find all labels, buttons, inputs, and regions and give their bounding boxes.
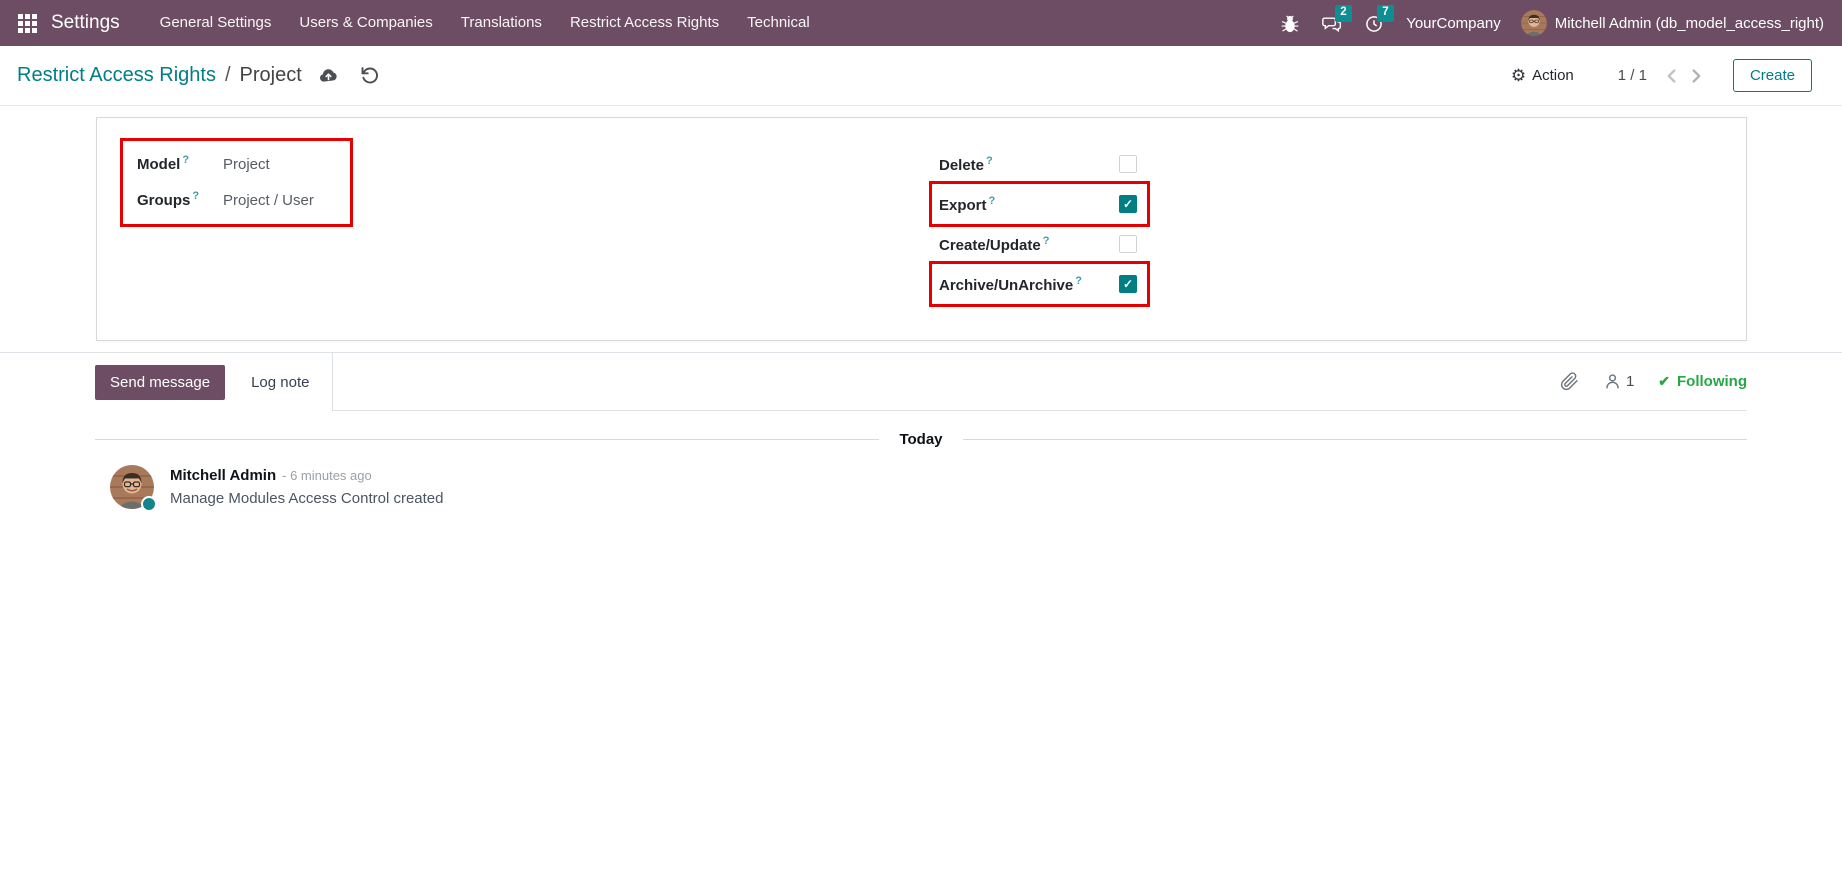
breadcrumb-current: Project — [240, 64, 302, 87]
send-message-button[interactable]: Send message — [95, 365, 225, 400]
followers-button[interactable]: 1 — [1603, 372, 1634, 391]
log-note-button[interactable]: Log note — [245, 373, 315, 392]
date-divider: Today — [95, 431, 1747, 448]
chatter-tools: 1 ✔ Following — [333, 353, 1747, 411]
message-content: Mitchell Admin - 6 minutes ago Manage Mo… — [170, 465, 443, 509]
perm-row-create-update: Create/Update? — [939, 224, 1137, 264]
save-cloud-icon[interactable] — [318, 65, 339, 86]
follower-person-icon — [1603, 372, 1622, 391]
debug-bug-icon[interactable] — [1280, 12, 1302, 34]
company-switcher[interactable]: YourCompany — [1406, 15, 1501, 32]
perm-label: Export? — [939, 195, 995, 214]
message-timestamp: - 6 minutes ago — [282, 468, 372, 483]
online-status-dot — [141, 496, 157, 512]
field-value-model[interactable]: Project — [223, 156, 270, 173]
nav-item-users-companies[interactable]: Users & Companies — [285, 0, 446, 46]
following-check-icon: ✔ — [1658, 373, 1670, 390]
control-panel-right: ⚙ Action 1 / 1 Create — [1511, 59, 1812, 92]
message-author[interactable]: Mitchell Admin — [170, 467, 276, 484]
permissions-column: Delete? Export? ✓ Create/Update? Archive/UnA… — [939, 144, 1137, 304]
divider-line — [95, 439, 879, 440]
fields-highlight-box: Model?ProjectGroups?Project / User — [120, 138, 353, 227]
breadcrumb-separator: / — [225, 64, 231, 87]
nav-item-restrict-access-rights[interactable]: Restrict Access Rights — [556, 0, 733, 46]
create-update-checkbox[interactable] — [1119, 235, 1137, 253]
following-label: Following — [1677, 373, 1747, 390]
perm-row-export: Export? ✓ — [939, 184, 1137, 224]
attachment-paperclip-icon[interactable] — [1560, 372, 1579, 391]
discard-undo-icon[interactable] — [359, 65, 380, 86]
pager-value: 1 / 1 — [1618, 67, 1647, 84]
nav-item-technical[interactable]: Technical — [733, 0, 824, 46]
help-icon: ? — [1043, 235, 1050, 247]
chatter-topbar: Send message Log note 1 ✔ Following — [0, 352, 1842, 411]
chatter-message: Mitchell Admin - 6 minutes ago Manage Mo… — [110, 465, 1842, 509]
pager-previous-icon[interactable] — [1661, 65, 1683, 87]
help-icon: ? — [989, 195, 996, 207]
nav-item-general-settings[interactable]: General Settings — [146, 0, 286, 46]
action-label: Action — [1532, 67, 1574, 84]
control-panel: Restrict Access Rights / Project ⚙ Actio… — [0, 46, 1842, 106]
perm-label: Delete? — [939, 155, 993, 174]
message-author-avatar — [110, 465, 154, 509]
messages-icon[interactable]: 2 — [1322, 12, 1344, 34]
date-divider-label: Today — [879, 431, 962, 448]
perm-row-delete: Delete? — [939, 144, 1137, 184]
perm-label: Archive/UnArchive? — [939, 275, 1082, 294]
perm-label: Create/Update? — [939, 235, 1049, 254]
field-row-groups: Groups?Project / User — [137, 190, 338, 209]
field-value-groups[interactable]: Project / User — [223, 192, 314, 209]
navbar-right: 2 7 YourCompany — [1280, 10, 1824, 36]
following-toggle[interactable]: ✔ Following — [1658, 373, 1747, 390]
apps-grid-icon[interactable] — [18, 14, 37, 33]
user-menu[interactable]: Mitchell Admin (db_model_access_right) — [1555, 15, 1824, 32]
help-icon: ? — [1075, 275, 1082, 287]
export-checkbox[interactable]: ✓ — [1119, 195, 1137, 213]
form-sheet: Model?ProjectGroups?Project / User Delet… — [96, 117, 1747, 341]
help-icon: ? — [182, 154, 189, 166]
create-button[interactable]: Create — [1733, 59, 1812, 92]
delete-checkbox[interactable] — [1119, 155, 1137, 173]
nav-item-translations[interactable]: Translations — [447, 0, 556, 46]
help-icon: ? — [986, 155, 993, 167]
gear-icon: ⚙ — [1511, 67, 1526, 84]
activities-badge: 7 — [1377, 5, 1393, 22]
field-row-model: Model?Project — [137, 154, 338, 173]
messages-badge: 2 — [1335, 5, 1351, 22]
nav-menu: General SettingsUsers & CompaniesTransla… — [146, 0, 824, 46]
perm-row-archive-unarchive: Archive/UnArchive? ✓ — [939, 264, 1137, 304]
followers-count: 1 — [1626, 373, 1634, 390]
user-avatar-small[interactable] — [1521, 10, 1547, 36]
field-label: Groups? — [137, 190, 223, 209]
pager-next-icon[interactable] — [1685, 65, 1707, 87]
divider-line — [963, 439, 1747, 440]
top-navbar: Settings General SettingsUsers & Compani… — [0, 0, 1842, 46]
message-thread: Today Mitch — [0, 431, 1842, 509]
field-label: Model? — [137, 154, 223, 173]
activities-clock-icon[interactable]: 7 — [1364, 12, 1386, 34]
action-menu-button[interactable]: ⚙ Action — [1511, 67, 1574, 84]
help-icon: ? — [192, 190, 199, 202]
message-body: Manage Modules Access Control created — [170, 490, 443, 507]
app-name[interactable]: Settings — [51, 12, 120, 34]
breadcrumb: Restrict Access Rights / Project — [17, 64, 302, 87]
chatter-buttons: Send message Log note — [0, 353, 333, 411]
breadcrumb-parent-link[interactable]: Restrict Access Rights — [17, 64, 216, 87]
archive-unarchive-checkbox[interactable]: ✓ — [1119, 275, 1137, 293]
